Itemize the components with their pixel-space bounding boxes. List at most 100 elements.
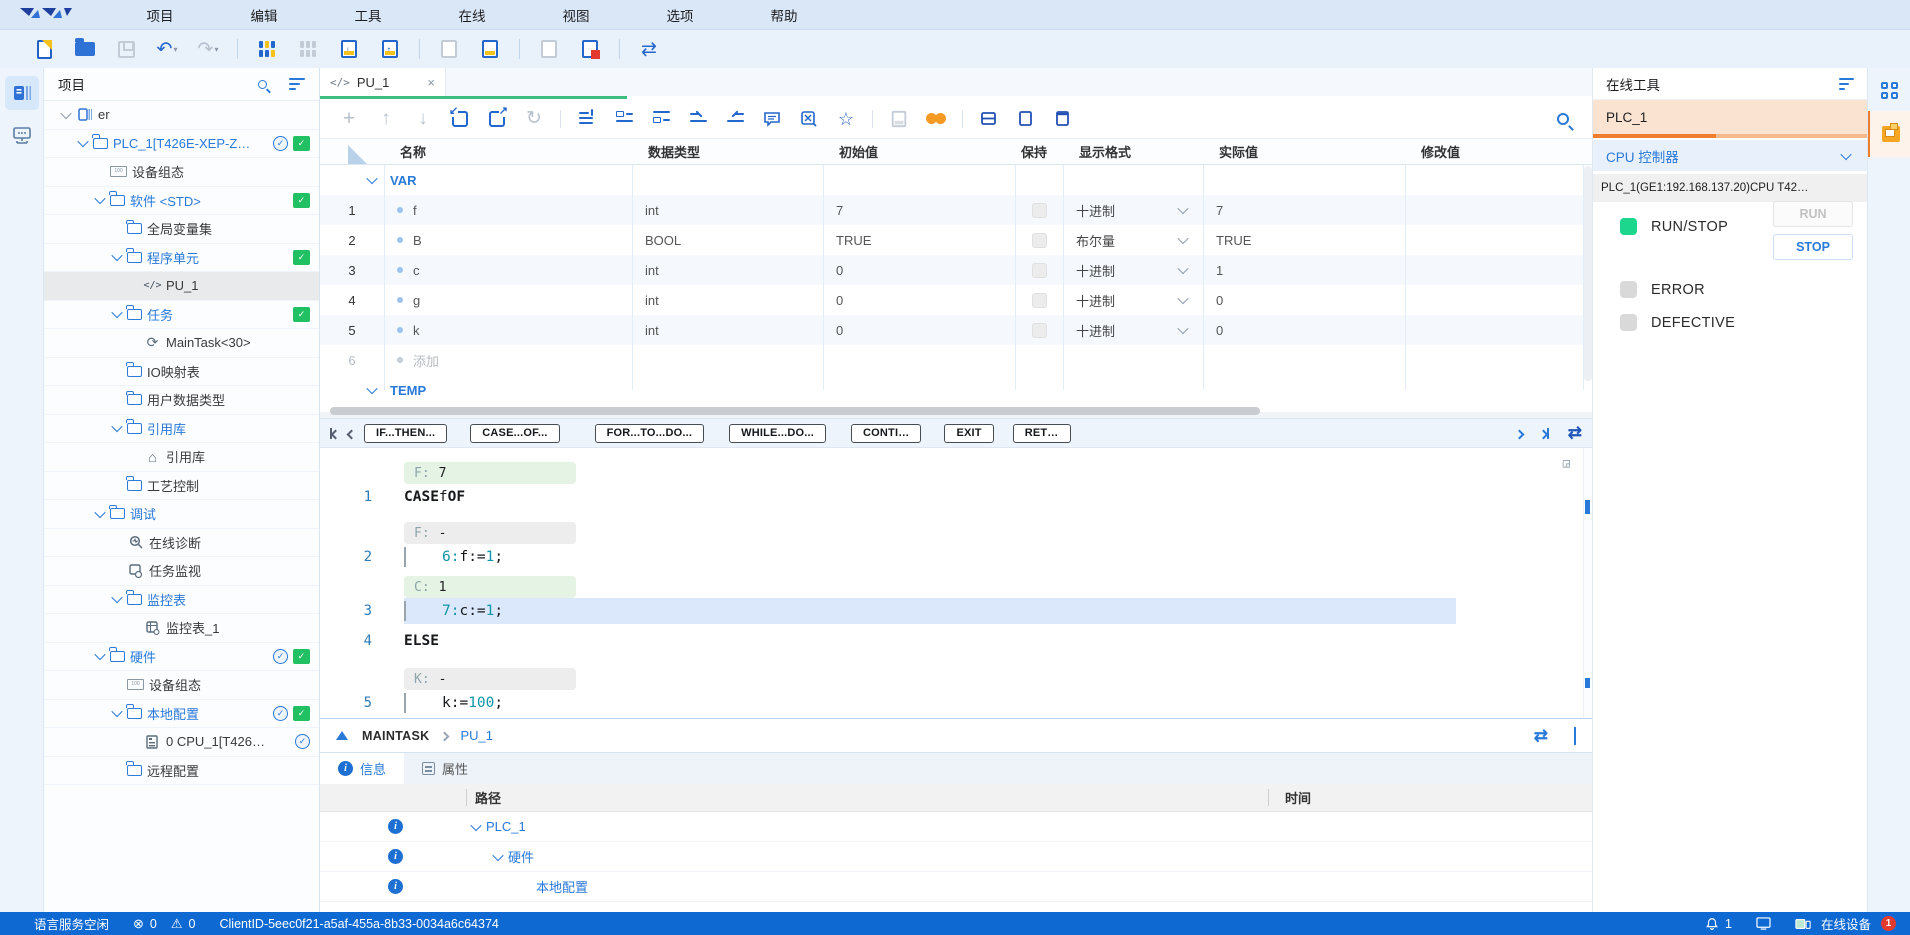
library-view-icon[interactable] xyxy=(255,37,279,61)
chevron-down-icon[interactable] xyxy=(111,592,122,603)
horizontal-scrollbar[interactable] xyxy=(320,405,1592,417)
code-line-3-current[interactable]: 3 7: c:=1; xyxy=(320,598,1592,624)
tree-item-io-mapping[interactable]: IO映射表 xyxy=(44,358,319,387)
tree-item-user-data-types[interactable]: 用户数据类型 xyxy=(44,386,319,415)
tree-item-local-config[interactable]: 本地配置✓✓ xyxy=(44,700,319,729)
tree-item-global-vars[interactable]: 全局变量集 xyxy=(44,215,319,244)
tree-item-device-config-hw[interactable]: 100设备组态 xyxy=(44,671,319,700)
chevron-down-icon[interactable] xyxy=(111,421,122,432)
chevron-down-icon[interactable] xyxy=(111,307,122,318)
tree-item-libraries[interactable]: 引用库 xyxy=(44,415,319,444)
notifications-bell-icon[interactable]: 1 xyxy=(1705,917,1732,931)
download-to-device-icon[interactable]: ↓ xyxy=(337,37,361,61)
menu-view[interactable]: 视图 xyxy=(524,5,628,25)
snippet-continue[interactable]: CONTI… xyxy=(851,424,921,443)
menu-online[interactable]: 在线 xyxy=(420,5,524,25)
tree-item-software[interactable]: 软件 <STD>✓ xyxy=(44,187,319,216)
tree-item-pu1[interactable]: </>PU_1 xyxy=(44,272,319,301)
select-row-icon[interactable] xyxy=(576,108,598,130)
undo-icon[interactable]: ↶▾ xyxy=(155,37,179,61)
snippet-prev-icon[interactable] xyxy=(348,426,355,441)
favorite-star-icon[interactable]: ☆ xyxy=(835,108,857,130)
code-zoom-widget-icon[interactable]: ◲ xyxy=(1563,456,1570,470)
tree-item-watch-tables[interactable]: 监控表 xyxy=(44,586,319,615)
toggle-snippet-bar-icon[interactable]: ⇄ xyxy=(1568,423,1582,443)
add-variable-icon[interactable]: + xyxy=(338,108,360,130)
format-dropdown[interactable]: 布尔量 xyxy=(1063,231,1203,250)
insert-row-below-icon[interactable] xyxy=(650,108,672,130)
code-line-4[interactable]: 4 ELSE xyxy=(320,628,1592,654)
snippet-while-do[interactable]: WHILE...DO... xyxy=(729,424,826,443)
cpu-controller-section[interactable]: CPU 控制器 xyxy=(1593,140,1867,171)
search-icon[interactable] xyxy=(1552,108,1574,130)
chevron-down-icon[interactable] xyxy=(366,383,377,394)
tree-item-tasks[interactable]: 任务✓ xyxy=(44,301,319,330)
tab-info[interactable]: i信息 xyxy=(320,753,404,784)
chevron-down-icon[interactable] xyxy=(94,649,105,660)
warning-counter[interactable]: ⚠0 xyxy=(171,916,196,932)
tab-pu1[interactable]: </> PU_1 × xyxy=(320,68,446,96)
export-variables-icon[interactable]: ↗ xyxy=(486,108,508,130)
tree-item-cpu1[interactable]: 0 CPU_1[T426…✓ xyxy=(44,728,319,757)
snippet-last-icon[interactable] xyxy=(1540,426,1549,441)
compare-offline-icon[interactable] xyxy=(437,37,461,61)
collapse-panel-icon[interactable] xyxy=(336,731,348,740)
menu-tools[interactable]: 工具 xyxy=(316,5,420,25)
retain-checkbox[interactable] xyxy=(1032,293,1047,308)
snippet-for-to-do[interactable]: FOR...TO...DO... xyxy=(595,424,705,443)
tree-item-program-units[interactable]: 程序单元✓ xyxy=(44,244,319,273)
tree-item-task-monitor[interactable]: 任务监视 xyxy=(44,557,319,586)
cross-reference-icon[interactable]: ⇄ xyxy=(637,37,661,61)
import-variables-icon[interactable]: ↙ xyxy=(449,108,471,130)
chevron-down-icon[interactable] xyxy=(94,193,105,204)
refresh-icon[interactable]: ↻ xyxy=(523,108,545,130)
layout-toggle-icon[interactable] xyxy=(1756,917,1771,930)
tree-item-process-control[interactable]: 工艺控制 xyxy=(44,472,319,501)
chevron-down-icon[interactable] xyxy=(77,136,88,147)
info-row-plc1[interactable]: iPLC_1 xyxy=(320,812,1592,842)
tree-item-library[interactable]: ⌂引用库 xyxy=(44,443,319,472)
breadcrumb-task[interactable]: MAINTASK xyxy=(362,729,429,743)
format-dropdown[interactable]: 十进制 xyxy=(1063,291,1203,310)
code-line-2[interactable]: 2 6: f:=1; xyxy=(320,544,1592,570)
merge-cell-icon[interactable] xyxy=(1015,108,1037,130)
code-scrollbar[interactable] xyxy=(1583,448,1592,718)
device-sync-icon[interactable] xyxy=(478,37,502,61)
tree-item-maintask[interactable]: ⟳MainTask<30> xyxy=(44,329,319,358)
format-dropdown[interactable]: 十进制 xyxy=(1063,321,1203,340)
retain-checkbox[interactable] xyxy=(1032,263,1047,278)
group-row-var[interactable]: VAR xyxy=(320,165,1592,195)
retain-checkbox[interactable] xyxy=(1032,203,1047,218)
tree-item-project-root[interactable]: er xyxy=(44,101,319,130)
code-line-1[interactable]: 1 CASE f OF xyxy=(320,484,1592,510)
vertical-scrollbar[interactable] xyxy=(1584,166,1592,381)
stop-button[interactable]: STOP xyxy=(1773,234,1853,260)
split-row-icon[interactable] xyxy=(978,108,1000,130)
go-offline-icon[interactable] xyxy=(537,37,561,61)
merge-cell-top-icon[interactable] xyxy=(1052,108,1074,130)
hardware-catalog-icon[interactable] xyxy=(296,37,320,61)
snippet-case-of[interactable]: CASE...OF... xyxy=(470,424,559,443)
menu-project[interactable]: 项目 xyxy=(108,5,212,25)
online-tools-tab-icon[interactable] xyxy=(1868,111,1910,157)
clear-find-icon[interactable] xyxy=(798,108,820,130)
info-row-hardware[interactable]: i硬件 xyxy=(320,842,1592,872)
tree-item-remote-config[interactable]: 远程配置 xyxy=(44,757,319,786)
move-down-icon[interactable]: ↓ xyxy=(412,108,434,130)
snippet-if-then[interactable]: IF...THEN... xyxy=(364,424,447,443)
chevron-down-icon[interactable] xyxy=(470,819,481,830)
snippet-next-icon[interactable] xyxy=(1516,426,1523,441)
redo-icon[interactable]: ↷▾ xyxy=(196,37,220,61)
snippet-return[interactable]: RET… xyxy=(1013,424,1071,443)
menu-help[interactable]: 帮助 xyxy=(732,5,836,25)
format-dropdown[interactable]: 十进制 xyxy=(1063,201,1203,220)
chevron-down-icon[interactable] xyxy=(111,250,122,261)
retain-checkbox[interactable] xyxy=(1032,233,1047,248)
comment-icon[interactable] xyxy=(761,108,783,130)
tree-item-online-diagnostics[interactable]: 在线诊断 xyxy=(44,529,319,558)
group-row-temp[interactable]: TEMP xyxy=(320,375,1592,405)
close-icon[interactable]: × xyxy=(427,75,435,90)
panel-options-icon[interactable] xyxy=(1839,78,1854,90)
tree-item-hardware[interactable]: 硬件✓✓ xyxy=(44,643,319,672)
indent-icon[interactable] xyxy=(687,108,709,130)
